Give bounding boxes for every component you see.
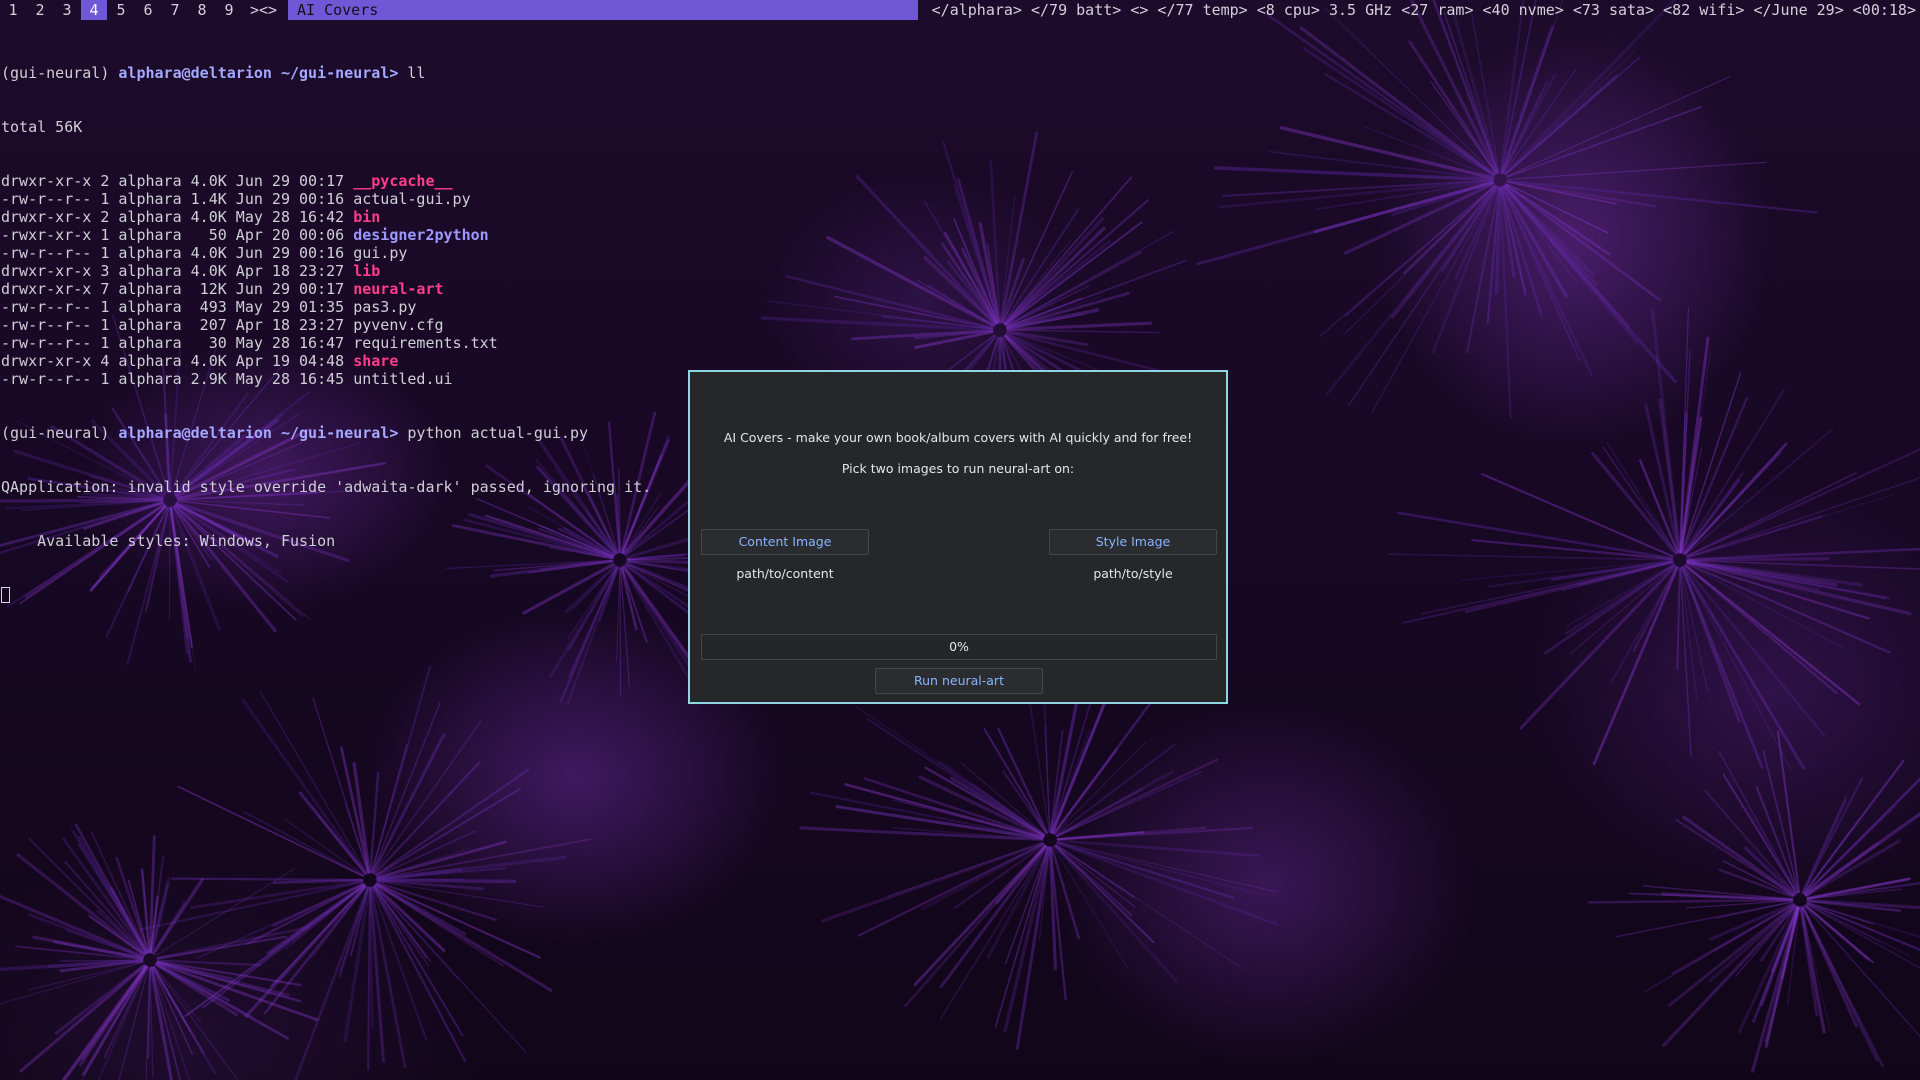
ai-covers-window: AI Covers - make your own book/album cov… [688,370,1228,704]
terminal-prompt-line: (gui-neural) alphara@deltarion ~/gui-neu… [1,424,651,442]
workspace-3[interactable]: 3 [54,0,80,20]
terminal-output-line: QApplication: invalid style override 'ad… [1,478,652,496]
prompt-command: ll [407,64,426,82]
pine-cluster [138,665,592,1080]
venv-label: (gui-neural) [1,424,119,442]
workspace-7[interactable]: 7 [162,0,188,20]
file-meta: drwxr-xr-x 4 alphara 4.0K Apr 19 04:48 [1,352,354,370]
terminal-cursor [1,587,10,603]
file-name: lib [353,262,381,280]
listing-row: drwxr-xr-x 2 alphara 4.0K Jun 29 00:17 _… [1,172,651,190]
app-heading: AI Covers - make your own book/album cov… [723,430,1193,445]
file-name: untitled.ui [353,370,453,388]
progress-bar: 0% [701,634,1217,660]
file-name: requirements.txt [353,334,498,352]
focused-window-title: AI Covers [288,0,918,20]
listing-row: -rw-r--r-- 1 alphara 30 May 28 16:47 req… [1,334,651,352]
listing-row: drwxr-xr-x 2 alphara 4.0K May 28 16:42 b… [1,208,651,226]
file-meta: drwxr-xr-x 3 alphara 4.0K Apr 18 23:27 [1,262,354,280]
file-meta: -rw-r--r-- 1 alphara 1.4K Jun 29 00:16 [1,190,354,208]
file-meta: drwxr-xr-x 2 alphara 4.0K Jun 29 00:17 [1,172,354,190]
style-path-label: path/to/style [1093,566,1173,581]
terminal-output-line: Available styles: Windows, Fusion [1,532,336,550]
file-name: __pycache__ [353,172,453,190]
layout-indicator[interactable]: ><> [250,0,277,20]
venv-label: (gui-neural) [1,64,119,82]
prompt-path: ~/gui-neural> [271,424,408,442]
listing-row: drwxr-xr-x 7 alphara 12K Jun 29 00:17 ne… [1,280,651,298]
file-name: designer2python [353,226,489,244]
system-status: </alphara> </79 batt> <> </77 temp> <8 c… [931,1,1916,19]
top-bar: 123456789 ><> AI Covers </alphara> </79 … [0,0,1920,20]
prompt-path: ~/gui-neural> [271,64,408,82]
listing-row: -rwxr-xr-x 1 alphara 50 Apr 20 00:06 des… [1,226,651,244]
pine-cluster [1587,730,1920,1073]
file-name: share [353,352,399,370]
listing-total: total 56K [1,118,83,136]
file-name: neural-art [353,280,444,298]
file-meta: -rw-r--r-- 1 alphara 30 May 28 16:47 [1,334,354,352]
listing-row: -rw-r--r-- 1 alphara 207 Apr 18 23:27 py… [1,316,651,334]
file-meta: -rw-r--r-- 1 alphara 493 May 29 01:35 [1,298,354,316]
file-meta: -rw-r--r-- 1 alphara 4.0K Jun 29 00:16 [1,244,354,262]
terminal[interactable]: (gui-neural) alphara@deltarion ~/gui-neu… [1,28,651,640]
terminal-cursor-line [1,586,651,604]
pine-cluster [1387,306,1920,771]
app-instructions: Pick two images to run neural-art on: [841,461,1075,476]
listing-row: -rw-r--r-- 1 alphara 2.9K May 28 16:45 u… [1,370,651,388]
prompt-user: alphara@deltarion [118,64,272,82]
desktop: 123456789 ><> AI Covers </alphara> </79 … [0,0,1920,1080]
workspace-6[interactable]: 6 [135,0,161,20]
listing-row: drwxr-xr-x 4 alphara 4.0K Apr 19 04:48 s… [1,352,651,370]
file-meta: -rwxr-xr-x 1 alphara 50 Apr 20 00:06 [1,226,354,244]
style-image-button[interactable]: Style Image [1049,529,1217,555]
prompt-user: alphara@deltarion [118,424,272,442]
file-name: actual-gui.py [353,190,471,208]
pine-cluster [799,642,1279,1050]
workspace-2[interactable]: 2 [27,0,53,20]
file-meta: drwxr-xr-x 2 alphara 4.0K May 28 16:42 [1,208,354,226]
workspace-4[interactable]: 4 [81,0,107,20]
workspace-1[interactable]: 1 [0,0,26,20]
workspace-5[interactable]: 5 [108,0,134,20]
listing-row: drwxr-xr-x 3 alphara 4.0K Apr 18 23:27 l… [1,262,651,280]
file-listing: drwxr-xr-x 2 alphara 4.0K Jun 29 00:17 _… [1,172,651,388]
file-meta: -rw-r--r-- 1 alphara 2.9K May 28 16:45 [1,370,354,388]
workspace-8[interactable]: 8 [189,0,215,20]
file-name: bin [353,208,381,226]
listing-row: -rw-r--r-- 1 alphara 1.4K Jun 29 00:16 a… [1,190,651,208]
content-path-label: path/to/content [736,566,834,581]
file-meta: -rw-r--r-- 1 alphara 207 Apr 18 23:27 [1,316,354,334]
content-image-button[interactable]: Content Image [701,529,869,555]
listing-row: -rw-r--r-- 1 alphara 493 May 29 01:35 pa… [1,298,651,316]
file-name: pyvenv.cfg [353,316,444,334]
terminal-prompt-line: (gui-neural) alphara@deltarion ~/gui-neu… [1,64,651,82]
listing-row: -rw-r--r-- 1 alphara 4.0K Jun 29 00:16 g… [1,244,651,262]
prompt-command: python actual-gui.py [407,424,589,442]
file-name: pas3.py [353,298,417,316]
pine-cluster [1196,0,1818,419]
progress-label: 0% [949,639,969,654]
file-name: gui.py [353,244,408,262]
run-neural-art-button[interactable]: Run neural-art [875,668,1043,694]
workspace-9[interactable]: 9 [216,0,242,20]
file-meta: drwxr-xr-x 7 alphara 12K Jun 29 00:17 [1,280,354,298]
